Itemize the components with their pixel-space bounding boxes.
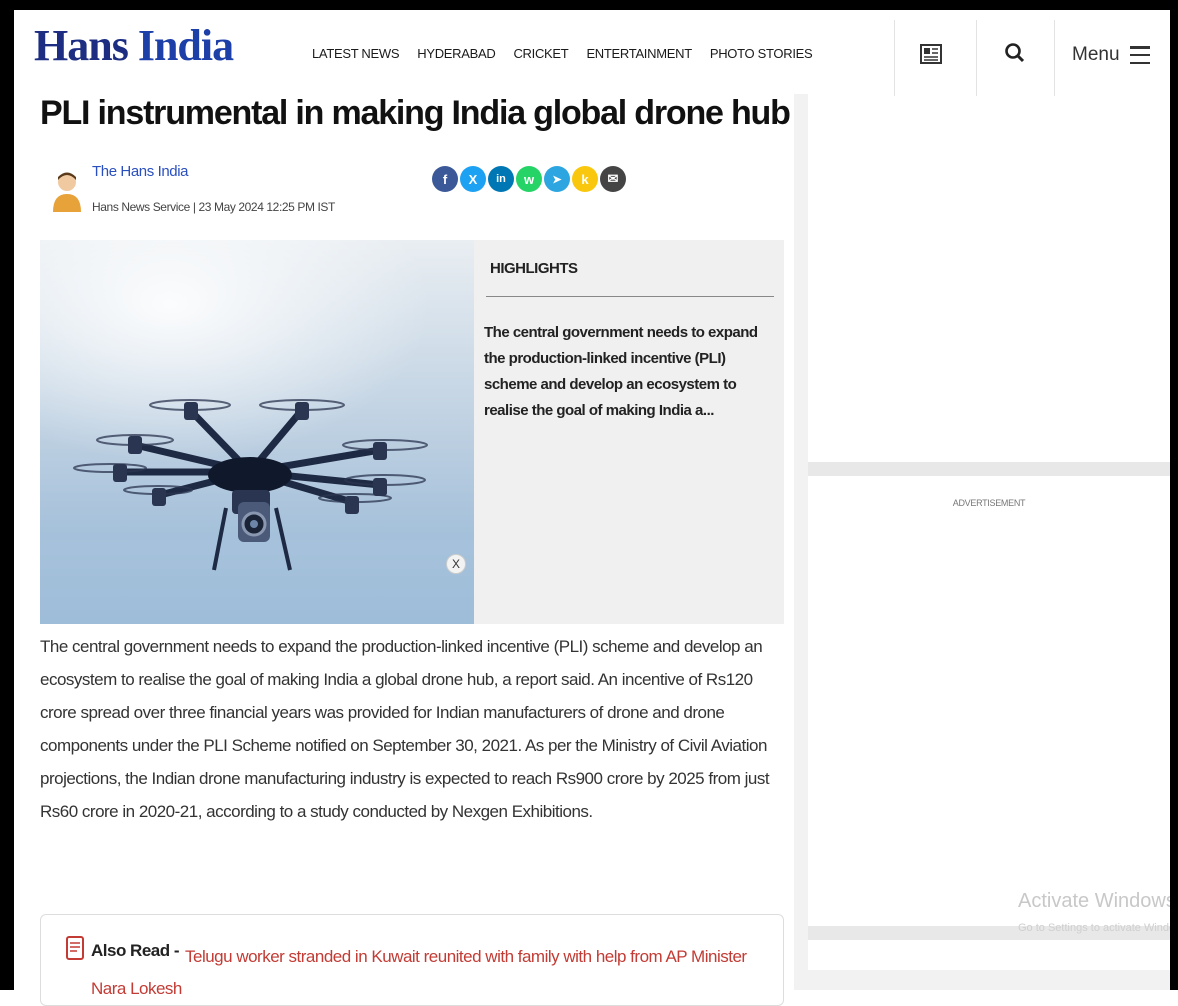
menu-label: Menu [1072,44,1120,65]
whatsapp-icon[interactable]: w [516,166,542,192]
site-logo[interactable]: Hans India [34,20,234,71]
ad-divider [808,462,1170,476]
author-avatar[interactable] [50,168,84,212]
column-gutter [794,94,808,990]
ad-divider [808,970,1170,990]
nav-latest-news[interactable]: LATEST NEWS [312,46,400,61]
share-bar: f X in w ➤ k ✉ [432,166,626,192]
article-body: The central government needs to expand t… [40,637,770,821]
header-divider [894,20,895,96]
frame-border-right [1170,0,1178,990]
also-read-label: Also Read - [91,941,180,960]
news-document-icon [66,936,84,960]
menu-button[interactable]: Menu [1072,44,1150,66]
nav-photo-stories[interactable]: PHOTO STORIES [710,46,813,61]
article-title: PLI instrumental in making India global … [40,94,791,132]
featured-media: HIGHLIGHTS [40,240,784,624]
koo-icon[interactable]: k [572,166,598,192]
highlights-title: HIGHLIGHTS [490,260,578,277]
header-divider [1054,20,1055,96]
activate-windows-subtext: Go to Settings to activate Windows. [1018,922,1178,934]
also-read-box: Telugu worker stranded in Kuwait reunite… [40,914,784,1006]
hamburger-icon [1129,45,1150,65]
advertisement-label: ADVERTISEMENT [952,498,1026,508]
search-icon[interactable] [1004,42,1026,64]
activate-windows-watermark: Activate Windows [1018,890,1176,912]
site-header: Hans India LATEST NEWS HYDERABAD CRICKET… [14,10,1170,96]
frame-border-left [0,0,14,990]
highlights-text: The central government needs to expand t… [484,324,758,419]
linkedin-icon[interactable]: in [488,166,514,192]
also-read-link[interactable]: Telugu worker stranded in Kuwait reunite… [91,941,771,1005]
page: Hans India LATEST NEWS HYDERABAD CRICKET… [0,0,1178,1006]
nav-cricket[interactable]: CRICKET [513,46,568,61]
main-nav: LATEST NEWS HYDERABAD CRICKET ENTERTAINM… [312,46,813,61]
drone-photo[interactable] [40,240,474,624]
facebook-icon[interactable]: f [432,166,458,192]
header-divider [976,20,977,96]
close-button[interactable]: X [446,554,466,574]
x-twitter-icon[interactable]: X [460,166,486,192]
nav-entertainment[interactable]: ENTERTAINMENT [586,46,692,61]
nav-hyderabad[interactable]: HYDERABAD [417,46,496,61]
highlights-divider [486,296,774,297]
byline-meta: Hans News Service | 23 May 2024 12:25 PM… [92,200,335,214]
epaper-icon[interactable] [920,44,942,64]
logo-text-india: India [137,21,234,70]
author-link[interactable]: The Hans India [92,163,189,180]
telegram-icon[interactable]: ➤ [544,166,570,192]
logo-text-hans: Hans [34,21,129,70]
email-icon[interactable]: ✉ [600,166,626,192]
frame-border-top [0,0,1178,10]
